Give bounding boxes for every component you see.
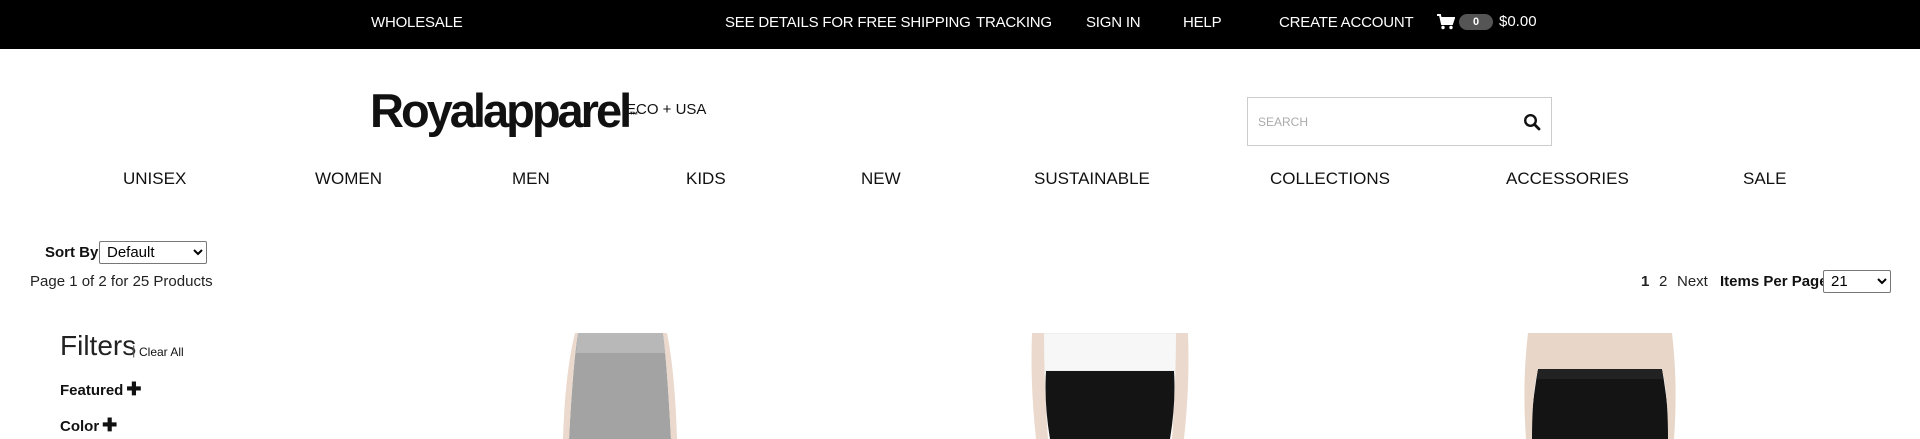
logo-text: Royalapparel <box>370 84 632 137</box>
nav-accessories[interactable]: ACCESSORIES <box>1506 169 1629 189</box>
filter-group-label: Color <box>60 418 100 435</box>
cart-count-badge: 0 <box>1459 13 1493 30</box>
next-page-link[interactable]: Next <box>1677 273 1708 290</box>
filter-group-featured[interactable]: Featured ✚ <box>60 379 141 400</box>
search-input[interactable] <box>1258 112 1508 132</box>
nav-unisex[interactable]: UNISEX <box>123 169 186 189</box>
product-photo <box>563 333 677 439</box>
search-box <box>1247 97 1552 146</box>
plus-icon: ✚ <box>102 415 118 435</box>
sign-in-link[interactable]: SIGN IN <box>1086 14 1141 31</box>
nav-men[interactable]: MEN <box>512 169 550 189</box>
shopping-cart-icon <box>1437 13 1455 29</box>
sort-by-label: Sort By: <box>45 244 104 261</box>
page-info: Page 1 of 2 for 25 Products <box>30 273 213 290</box>
plus-icon: ✚ <box>126 379 142 399</box>
nav-collections[interactable]: COLLECTIONS <box>1270 169 1390 189</box>
page-2-link[interactable]: 2 <box>1659 273 1667 290</box>
nav-kids[interactable]: KIDS <box>686 169 726 189</box>
nav-sustainable[interactable]: SUSTAINABLE <box>1034 169 1150 189</box>
nav-women[interactable]: WOMEN <box>315 169 382 189</box>
sort-by-select[interactable]: Default <box>99 241 207 264</box>
product-image-black-pants[interactable] <box>1520 333 1680 439</box>
filters-title: Filters <box>60 330 137 361</box>
tracking-link[interactable]: TRACKING <box>976 14 1052 31</box>
search-icon[interactable] <box>1523 113 1541 131</box>
top-bar: WHOLESALE SEE DETAILS FOR FREE SHIPPING … <box>0 0 1920 49</box>
nav-sale[interactable]: SALE <box>1743 169 1786 189</box>
product-photo <box>1030 333 1190 439</box>
items-per-page-select[interactable]: 21 <box>1823 270 1891 293</box>
clear-all-filters-link[interactable]: Clear All <box>139 345 184 359</box>
cart-button[interactable]: 0 $0.00 <box>1437 13 1537 30</box>
nav-new[interactable]: NEW <box>861 169 901 189</box>
help-link[interactable]: HELP <box>1183 14 1222 31</box>
free-shipping-link[interactable]: SEE DETAILS FOR FREE SHIPPING <box>725 14 971 31</box>
product-photo <box>1524 333 1676 439</box>
site-logo[interactable]: Royalapparel™ <box>370 86 638 136</box>
page-1-link[interactable]: 1 <box>1641 273 1649 290</box>
product-image-grey-shorts[interactable] <box>555 333 685 439</box>
filter-group-label: Featured <box>60 382 124 399</box>
wholesale-link[interactable]: WHOLESALE <box>371 14 463 31</box>
create-account-link[interactable]: CREATE ACCOUNT <box>1279 14 1414 31</box>
cart-total: $0.00 <box>1499 13 1537 30</box>
product-image-black-leggings[interactable] <box>1030 333 1190 439</box>
logo-tagline: ECO + USA <box>626 101 707 118</box>
filters-separator: | <box>132 343 136 358</box>
filter-group-color[interactable]: Color ✚ <box>60 415 117 436</box>
items-per-page-label: Items Per Page: <box>1720 273 1833 290</box>
